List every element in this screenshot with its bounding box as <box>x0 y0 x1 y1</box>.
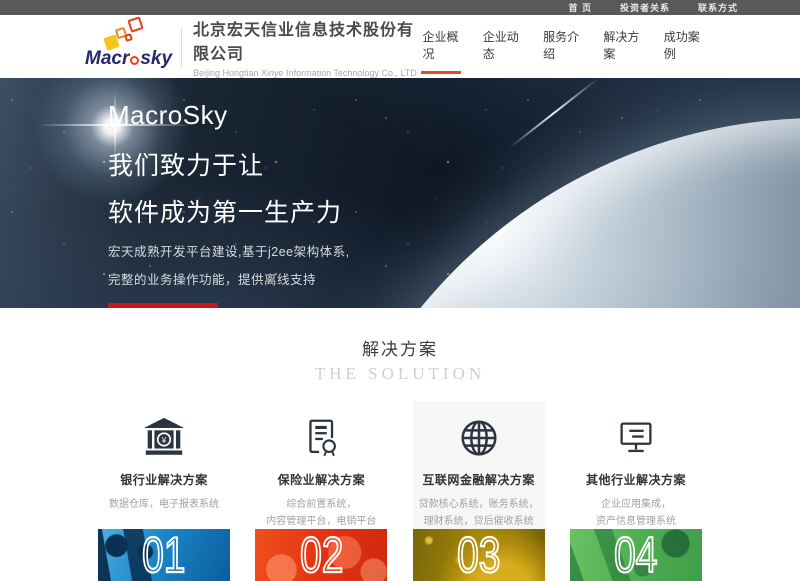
logo-text-right: sky <box>140 48 172 69</box>
planet-graphic <box>305 118 800 308</box>
company-name-block: 北京宏天信业信息技术股份有限公司 Beijing Hongtian Xinye … <box>193 16 421 78</box>
card-image-other-industries: 04 <box>570 529 702 581</box>
hero-banner: MacroSky 我们致力于让 软件成为第一生产力 宏天成熟开发平台建设,基于j… <box>0 78 800 308</box>
topbar-link-investor-relations[interactable]: 投资者关系 <box>620 1 670 14</box>
card-info: 其他行业解决方案 企业应用集成， 资产信息管理系统 <box>570 401 702 529</box>
card-info: ¥ 银行业解决方案 数据仓库，电子报表系统 <box>98 401 230 529</box>
logo-text-left: Macr <box>85 48 129 69</box>
hero-headline-1: 我们致力于让 <box>108 146 350 182</box>
card-image-insurance: 02 <box>255 529 387 581</box>
card-line-1: 综合前置系统， <box>255 496 387 513</box>
solution-title-cn: 解决方案 <box>0 335 800 360</box>
solution-card-banking[interactable]: ¥ 银行业解决方案 数据仓库，电子报表系统 01 <box>98 401 230 581</box>
header-divider <box>181 27 182 67</box>
card-subtitle: 数据仓库，电子报表系统 <box>98 496 230 513</box>
hero-brand-title: MacroSky <box>108 100 350 131</box>
logo-wordmark: Macrsky <box>85 48 172 70</box>
main-nav: 企业概况 企业动态 服务介绍 解决方案 成功案例 <box>421 20 702 74</box>
solution-title-en: THE SOLUTION <box>0 364 800 384</box>
nav-item-company-overview[interactable]: 企业概况 <box>421 28 460 74</box>
svg-text:¥: ¥ <box>161 435 167 445</box>
card-info: 保险业解决方案 综合前置系统， 内容管理平台，电销平台 <box>255 401 387 529</box>
card-subtitle: 贷款核心系统，账务系统， 理财系统，贷后催收系统 <box>413 496 545 530</box>
solution-cards-row: ¥ 银行业解决方案 数据仓库，电子报表系统 01 <box>98 401 702 581</box>
card-line-1: 数据仓库，电子报表系统 <box>98 496 230 513</box>
card-number: 02 <box>300 530 343 580</box>
company-name-en: Beijing Hongtian Xinye Information Techn… <box>193 68 421 78</box>
card-title: 其他行业解决方案 <box>570 471 702 488</box>
card-line-2: 资产信息管理系统 <box>570 513 702 530</box>
card-subtitle: 企业应用集成， 资产信息管理系统 <box>570 496 702 530</box>
globe-icon <box>413 414 545 462</box>
card-title: 保险业解决方案 <box>255 471 387 488</box>
logo-square-small-red <box>124 33 133 42</box>
company-name-cn: 北京宏天信业信息技术股份有限公司 <box>193 16 421 64</box>
top-utility-bar: 首 页 投资者关系 联系方式 <box>0 0 800 15</box>
card-number: 01 <box>142 530 185 580</box>
card-image-internet-finance: 03 <box>413 529 545 581</box>
hero-headline-2: 软件成为第一生产力 <box>108 193 350 229</box>
card-image-banking: 01 <box>98 529 230 581</box>
topbar-link-home[interactable]: 首 页 <box>568 1 592 14</box>
logo-square-red <box>127 16 143 32</box>
card-number: 04 <box>614 530 657 580</box>
card-title: 互联网金融解决方案 <box>413 471 545 488</box>
nav-item-company-news[interactable]: 企业动态 <box>482 28 521 74</box>
solution-card-internet-finance[interactable]: 互联网金融解决方案 贷款核心系统，账务系统， 理财系统，贷后催收系统 03 <box>413 401 545 581</box>
solution-card-insurance[interactable]: 保险业解决方案 综合前置系统， 内容管理平台，电销平台 02 <box>255 401 387 581</box>
site-header: Macrsky 北京宏天信业信息技术股份有限公司 Beijing Hongtia… <box>0 15 800 78</box>
card-number: 03 <box>457 530 500 580</box>
macrosky-logo: Macrsky <box>85 19 177 75</box>
shooting-star-graphic <box>509 78 598 148</box>
hero-description-2: 完整的业务操作功能，提供离线支持 <box>108 269 350 288</box>
insurance-certificate-icon <box>255 414 387 462</box>
nav-item-solutions[interactable]: 解决方案 <box>602 28 641 74</box>
topbar-link-contact[interactable]: 联系方式 <box>698 1 738 14</box>
hero-content: MacroSky 我们致力于让 软件成为第一生产力 宏天成熟开发平台建设,基于j… <box>108 100 350 308</box>
solution-card-other-industries[interactable]: 其他行业解决方案 企业应用集成， 资产信息管理系统 04 <box>570 401 702 581</box>
logo-o-ring-icon <box>130 56 139 65</box>
nav-item-services[interactable]: 服务介绍 <box>542 28 581 74</box>
card-subtitle: 综合前置系统， 内容管理平台，电销平台 <box>255 496 387 530</box>
hero-description-1: 宏天成熟开发平台建设,基于j2ee架构体系, <box>108 241 350 260</box>
card-info: 互联网金融解决方案 贷款核心系统，账务系统， 理财系统，贷后催收系统 <box>413 401 545 529</box>
learn-more-button[interactable]: LEARN MORE>> <box>108 303 218 308</box>
bank-icon: ¥ <box>98 414 230 462</box>
card-line-1: 贷款核心系统，账务系统， <box>413 496 545 513</box>
card-title: 银行业解决方案 <box>98 471 230 488</box>
card-line-2: 内容管理平台，电销平台 <box>255 513 387 530</box>
nav-item-success-cases[interactable]: 成功案例 <box>663 28 702 74</box>
card-line-2: 理财系统，贷后催收系统 <box>413 513 545 530</box>
solution-section-header: 解决方案 THE SOLUTION <box>0 335 800 384</box>
monitor-icon <box>570 414 702 462</box>
card-line-1: 企业应用集成， <box>570 496 702 513</box>
